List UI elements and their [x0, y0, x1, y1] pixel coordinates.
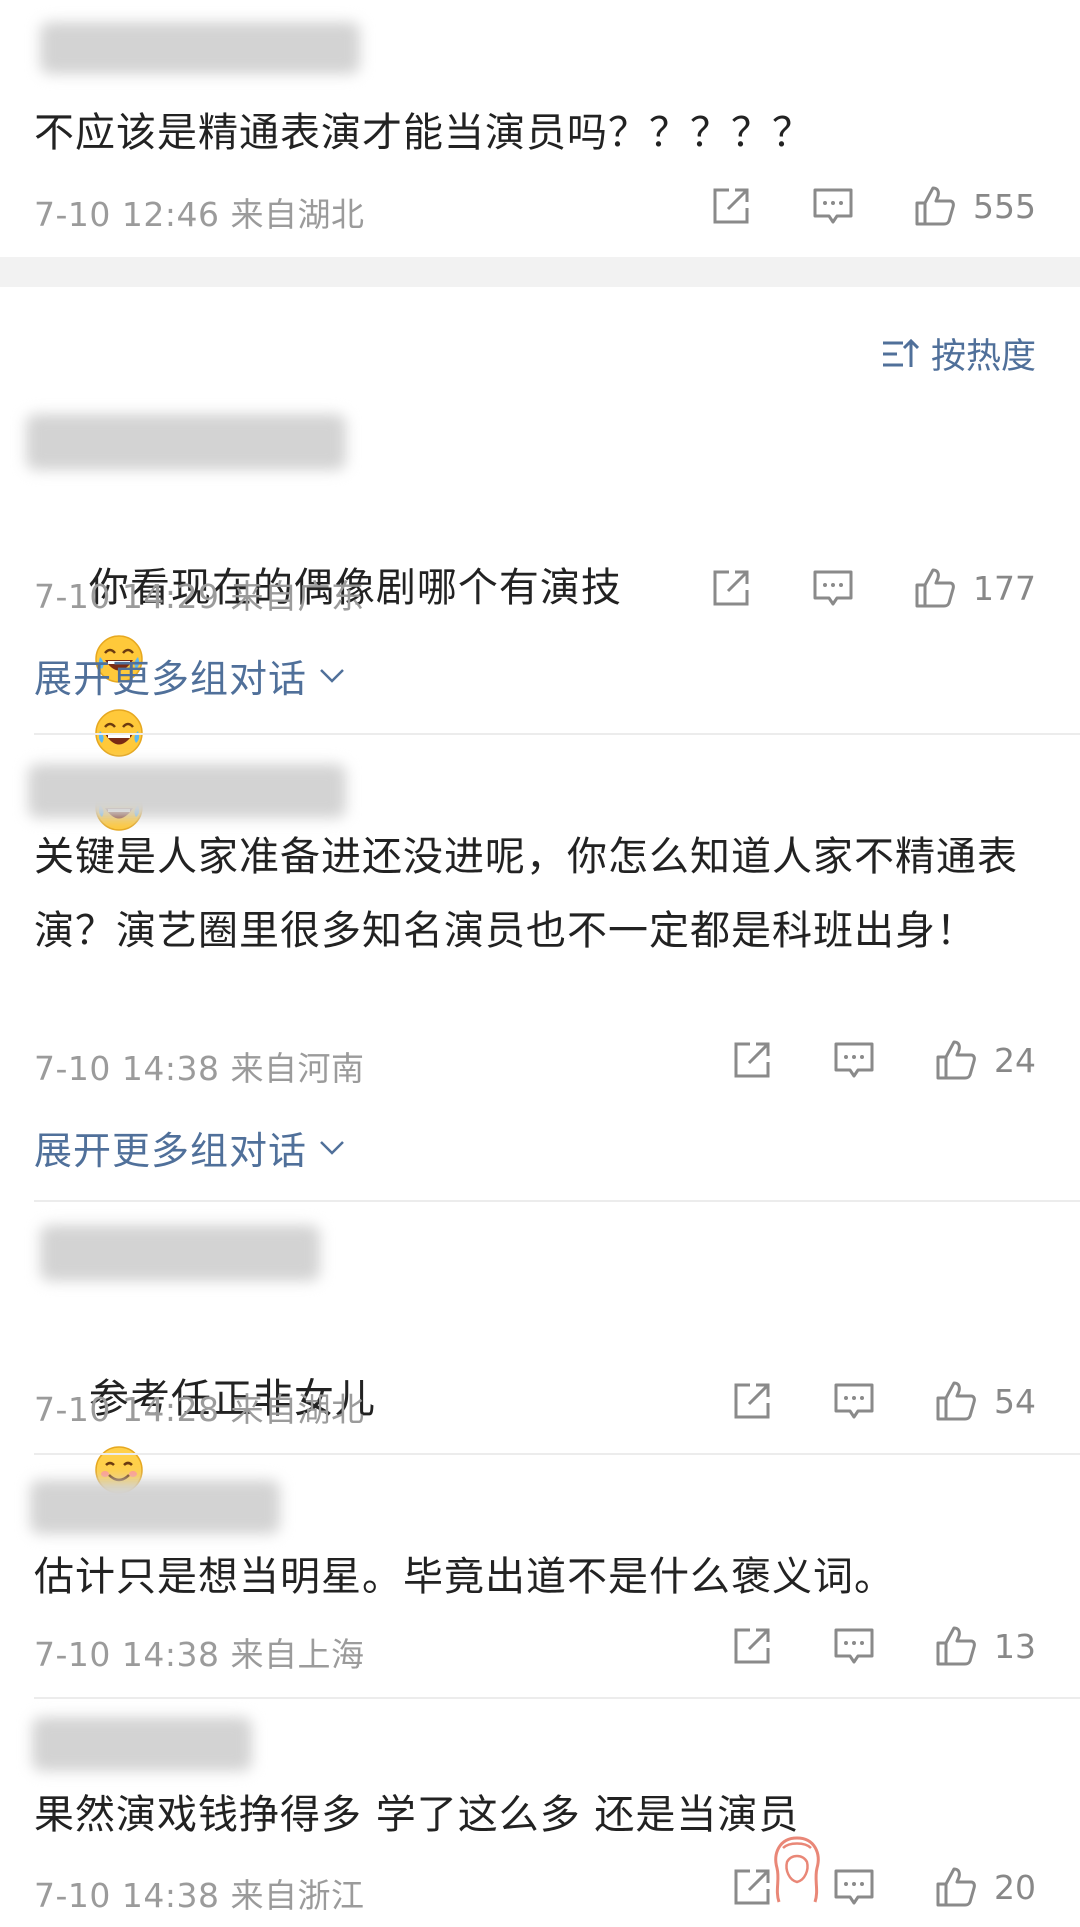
comment-meta: 7-10 14:38 来自上海	[34, 1628, 365, 1676]
blurred-username	[28, 764, 346, 818]
comment-location: 来自河南	[230, 1049, 365, 1088]
like-icon[interactable]	[934, 1379, 978, 1423]
comment-location: 来自上海	[230, 1635, 365, 1674]
comment-actions: 24	[730, 1038, 1036, 1082]
comment-location: 来自广东	[230, 577, 365, 616]
comment-location: 来自湖北	[230, 1390, 365, 1429]
comment-card: 关键是人家准备进还没进呢，你怎么知道人家不精通表演？演艺圈里很多知名演员也不一定…	[0, 740, 1080, 1200]
comment-meta: 7-10 14:38 来自河南	[34, 1042, 365, 1090]
like-icon[interactable]	[913, 184, 957, 228]
comment-card: 果然演戏钱挣得多 学了这么多 还是当演员 7-10 14:38 来自浙江 20	[0, 1703, 1080, 1927]
comment-text: 关键是人家准备进还没进呢，你怎么知道人家不精通表演？演艺圈里很多知名演员也不一定…	[34, 834, 1018, 954]
blurred-username	[30, 1480, 280, 1534]
comment-time: 7-10 14:38	[34, 1049, 220, 1088]
blurred-username	[32, 1717, 252, 1771]
comment-icon[interactable]	[832, 1865, 876, 1909]
blurred-username	[26, 414, 346, 470]
watermark-logo-icon	[774, 1836, 820, 1903]
comment-time: 7-10 14:28	[34, 1390, 220, 1429]
expand-conversation-link[interactable]: 展开更多组对话	[34, 1120, 345, 1175]
divider	[34, 1453, 1080, 1455]
divider	[34, 733, 1080, 735]
comment-card: 估计只是想当明星。毕竟出道不是什么褒义词。 7-10 14:38 来自上海 13	[0, 1460, 1080, 1700]
like-count: 54	[994, 1381, 1036, 1421]
comment-icon[interactable]	[832, 1379, 876, 1423]
share-icon[interactable]	[730, 1379, 774, 1423]
sort-toggle[interactable]: 按热度	[881, 328, 1036, 379]
like-count: 13	[994, 1626, 1036, 1666]
comment-time: 7-10 12:46	[34, 195, 220, 234]
comment-meta: 7-10 14:29 来自广东	[34, 570, 365, 618]
comment-text: 估计只是想当明星。毕竟出道不是什么褒义词。	[34, 1554, 895, 1600]
expand-label: 展开更多组对话	[34, 1129, 308, 1173]
like-icon[interactable]	[934, 1038, 978, 1082]
comment-text: 果然演戏钱挣得多 学了这么多 还是当演员	[34, 1792, 800, 1838]
share-icon[interactable]	[709, 184, 753, 228]
comment-icon[interactable]	[832, 1038, 876, 1082]
comment-actions: 13	[730, 1624, 1036, 1668]
comment-actions: 555	[709, 184, 1036, 228]
like-icon[interactable]	[934, 1865, 978, 1909]
comment-card: 你看现在的偶像剧哪个有演技 7-10 14:29 来自广东 177 展开更多组对…	[0, 400, 1080, 831]
comment-actions: 177	[709, 566, 1036, 610]
like-count: 555	[973, 186, 1036, 226]
sort-icon	[882, 338, 919, 367]
comment-card: 不应该是精通表演才能当演员吗？？？？？ 7-10 12:46 来自湖北 555	[0, 0, 1080, 257]
divider	[34, 1697, 1080, 1699]
blurred-username	[40, 22, 360, 74]
sort-label: 按热度	[930, 337, 1036, 377]
share-icon[interactable]	[730, 1624, 774, 1668]
like-icon[interactable]	[934, 1624, 978, 1668]
comment-meta: 7-10 12:46 来自湖北	[34, 188, 365, 236]
chevron-down-icon	[320, 668, 344, 683]
comment-meta: 7-10 14:28 来自湖北	[34, 1383, 365, 1431]
comment-text: 不应该是精通表演才能当演员吗？？？？？	[34, 110, 813, 156]
expand-conversation-link[interactable]: 展开更多组对话	[34, 648, 345, 703]
like-count: 177	[973, 568, 1036, 608]
comment-location: 来自湖北	[230, 195, 365, 234]
like-count: 20	[994, 1867, 1036, 1907]
comment-card: 参考任正非女儿 7-10 14:28 来自湖北 54	[0, 1205, 1080, 1494]
comment-time: 7-10 14:38	[34, 1635, 220, 1674]
share-icon[interactable]	[709, 566, 753, 610]
like-icon[interactable]	[913, 566, 957, 610]
comment-time: 7-10 14:29	[34, 577, 220, 616]
comment-actions: 54	[730, 1379, 1036, 1423]
comment-meta: 7-10 14:38 来自浙江	[34, 1869, 365, 1917]
comment-icon[interactable]	[811, 566, 855, 610]
comment-time: 7-10 14:38	[34, 1876, 220, 1915]
like-count: 24	[994, 1040, 1036, 1080]
share-icon[interactable]	[730, 1038, 774, 1082]
comment-icon[interactable]	[811, 184, 855, 228]
blurred-username	[40, 1225, 320, 1281]
comment-icon[interactable]	[832, 1624, 876, 1668]
section-gap	[0, 257, 1080, 287]
chevron-down-icon	[320, 1140, 344, 1155]
expand-label: 展开更多组对话	[34, 657, 308, 701]
comment-location: 来自浙江	[230, 1876, 365, 1915]
divider	[34, 1200, 1080, 1202]
